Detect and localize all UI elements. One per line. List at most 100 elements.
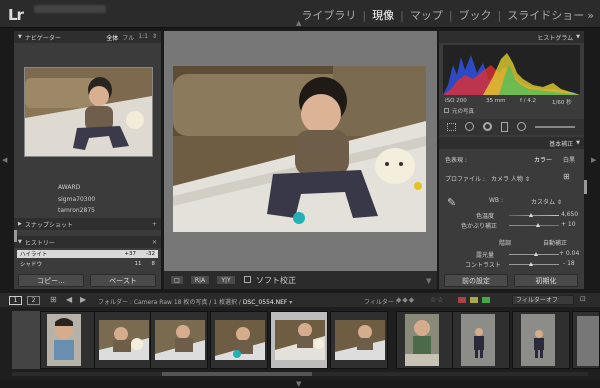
filmstrip-thumbnail[interactable]	[512, 311, 570, 369]
top-panel-collapse-icon[interactable]: ▲	[296, 19, 301, 27]
histogram[interactable]	[443, 45, 580, 95]
history-row-label: シャドウ	[20, 262, 43, 268]
slider-knob[interactable]	[529, 262, 533, 266]
wb-select[interactable]: カスタム ⇕	[531, 197, 562, 206]
filmstrip-thumbnail[interactable]	[452, 311, 510, 369]
filmstrip-scroll-thumb[interactable]	[162, 372, 312, 376]
module-develop[interactable]: 現像	[372, 7, 394, 23]
main-photo[interactable]	[173, 66, 426, 232]
filmstrip-thumbnail[interactable]	[94, 311, 152, 369]
profile-browser-icon[interactable]: ⊞	[563, 172, 570, 181]
thumbnail-image	[215, 320, 265, 360]
history-row[interactable]: シャドウ 11 8	[17, 260, 158, 268]
copy-button[interactable]: コピー...	[18, 274, 84, 287]
zoom-fit[interactable]: 全体	[106, 33, 118, 42]
treatment-color[interactable]: カラー	[534, 155, 552, 164]
navigator-photo	[25, 68, 152, 156]
forward-arrow-icon[interactable]: ▶	[80, 295, 86, 304]
reset-button[interactable]: 初期化	[514, 274, 578, 287]
clear-history-icon[interactable]: ✕	[152, 239, 157, 246]
filmstrip-thumbnail[interactable]	[330, 311, 388, 369]
color-label-filter-icon[interactable]	[482, 297, 490, 303]
crop-tool-icon[interactable]	[447, 123, 456, 131]
tint-slider[interactable]	[509, 223, 559, 227]
filmstrip-thumbnail[interactable]	[210, 311, 268, 369]
slider-knob[interactable]	[529, 213, 533, 217]
module-library[interactable]: ライブラリ	[301, 7, 356, 23]
filter-rating-icon[interactable]: ☆☆	[430, 296, 445, 304]
filmstrip-source[interactable]: フォルダー : Camera Raw 18 枚の写真 / 1 枚選択 / DSC…	[98, 297, 292, 306]
filmstrip-thumbnail-selected[interactable]	[270, 311, 328, 369]
zoom-fill[interactable]: フル	[122, 33, 134, 42]
soft-proof-checkbox[interactable]	[244, 276, 251, 283]
add-snapshot-icon[interactable]: +	[152, 221, 157, 228]
filmstrip-partial-thumbnail[interactable]	[572, 311, 600, 369]
zoom-ratio[interactable]: ⇕	[152, 33, 157, 42]
left-panel-collapse-icon[interactable]: ◀	[2, 156, 7, 164]
tint-value[interactable]: + 10	[561, 221, 576, 228]
treatment-bw[interactable]: 白黒	[563, 155, 575, 164]
module-more[interactable]: »	[587, 9, 594, 22]
filmstrip-thumbnail[interactable]	[396, 311, 454, 369]
slider-knob[interactable]	[536, 223, 540, 227]
toolbar-menu-chevron-icon[interactable]: ▼	[426, 277, 431, 285]
loupe-view-button[interactable]: □	[170, 275, 184, 285]
contrast-slider[interactable]	[509, 262, 559, 266]
preset-item[interactable]: tamron2875	[58, 207, 95, 214]
right-panel-collapse-icon[interactable]: ▶	[591, 156, 596, 164]
filter-preset-select[interactable]: フィルターオフ	[512, 295, 574, 305]
grid-view-icon[interactable]: ⊞	[50, 295, 57, 304]
panel-scroll-handle[interactable]	[14, 230, 17, 242]
display-2-button[interactable]: 2	[27, 296, 40, 305]
filmstrip-thumbnail[interactable]	[150, 311, 208, 369]
history-row-value: -32	[146, 251, 155, 257]
filter-flags-icon[interactable]: ◆◆◆	[396, 296, 415, 304]
navigator-header[interactable]: ▼ ナビゲーター 全体 フル 1:1 ⇕	[14, 31, 161, 43]
temp-value[interactable]: 4,650	[561, 211, 578, 218]
spot-removal-icon[interactable]	[465, 122, 474, 131]
preset-item[interactable]: sigma70300	[58, 196, 95, 203]
filter-lock-icon[interactable]: ⊡	[580, 295, 586, 303]
filmstrip-scrollbar[interactable]	[12, 372, 588, 376]
color-label-filter-icon[interactable]	[470, 297, 478, 303]
navigator-preview[interactable]	[24, 67, 153, 157]
preset-item[interactable]: AWARD	[58, 184, 80, 191]
module-slideshow[interactable]: スライドショー	[507, 7, 584, 23]
snapshots-header[interactable]: ▶ スナップショット +	[14, 218, 161, 230]
back-arrow-icon[interactable]: ◀	[66, 295, 72, 304]
history-title: ヒストリー	[24, 239, 55, 247]
slider-knob[interactable]	[534, 252, 538, 256]
graduated-filter-icon[interactable]	[501, 122, 508, 132]
histogram-header[interactable]: ヒストグラム ▼	[439, 31, 584, 43]
paste-button[interactable]: ペースト	[90, 274, 156, 287]
red-eye-icon[interactable]	[483, 122, 492, 131]
previous-settings-button[interactable]: 前の設定	[444, 274, 508, 287]
wb-eyedropper-icon[interactable]: ✎	[447, 196, 456, 209]
collapse-triangle-icon: ▼	[18, 34, 22, 40]
before-after-button[interactable]: R|A	[190, 275, 210, 285]
right-panel-scrollbar[interactable]	[584, 180, 587, 194]
history-row[interactable]: ハイライト +37 -32	[17, 250, 158, 258]
history-header[interactable]: ▼ ヒストリー ✕	[14, 236, 161, 248]
radial-filter-icon[interactable]	[517, 122, 526, 131]
zoom-1-1[interactable]: 1:1	[138, 33, 148, 42]
original-photo-checkbox[interactable]	[444, 108, 449, 113]
display-1-button[interactable]: 1	[9, 296, 22, 305]
thumbnail-image	[405, 314, 439, 366]
profile-select[interactable]: カメラ 人物 ⇕	[491, 174, 530, 183]
basic-header[interactable]: 基本補正 ▼	[439, 137, 584, 149]
filmstrip-thumbnail[interactable]	[40, 311, 98, 369]
temp-slider[interactable]	[509, 213, 559, 217]
contrast-value[interactable]: - 18	[563, 260, 575, 267]
brush-slider-icon[interactable]	[535, 126, 575, 128]
auto-tone-button[interactable]: 自動補正	[543, 238, 567, 247]
left-panel: ▼ ナビゲーター 全体 フル 1:1 ⇕ AWARD sigma70300 ta…	[14, 31, 161, 289]
module-map[interactable]: マップ	[410, 7, 443, 23]
module-book[interactable]: ブック	[459, 7, 492, 23]
color-label-filter-icon[interactable]	[458, 297, 466, 303]
temp-label: 色温度	[476, 213, 495, 220]
exposure-value[interactable]: + 0.04	[559, 250, 579, 257]
before-after-mode-button[interactable]: Y|Y	[216, 275, 236, 285]
exposure-slider[interactable]	[509, 252, 559, 256]
bottom-panel-collapse-icon[interactable]: ▼	[296, 380, 301, 388]
